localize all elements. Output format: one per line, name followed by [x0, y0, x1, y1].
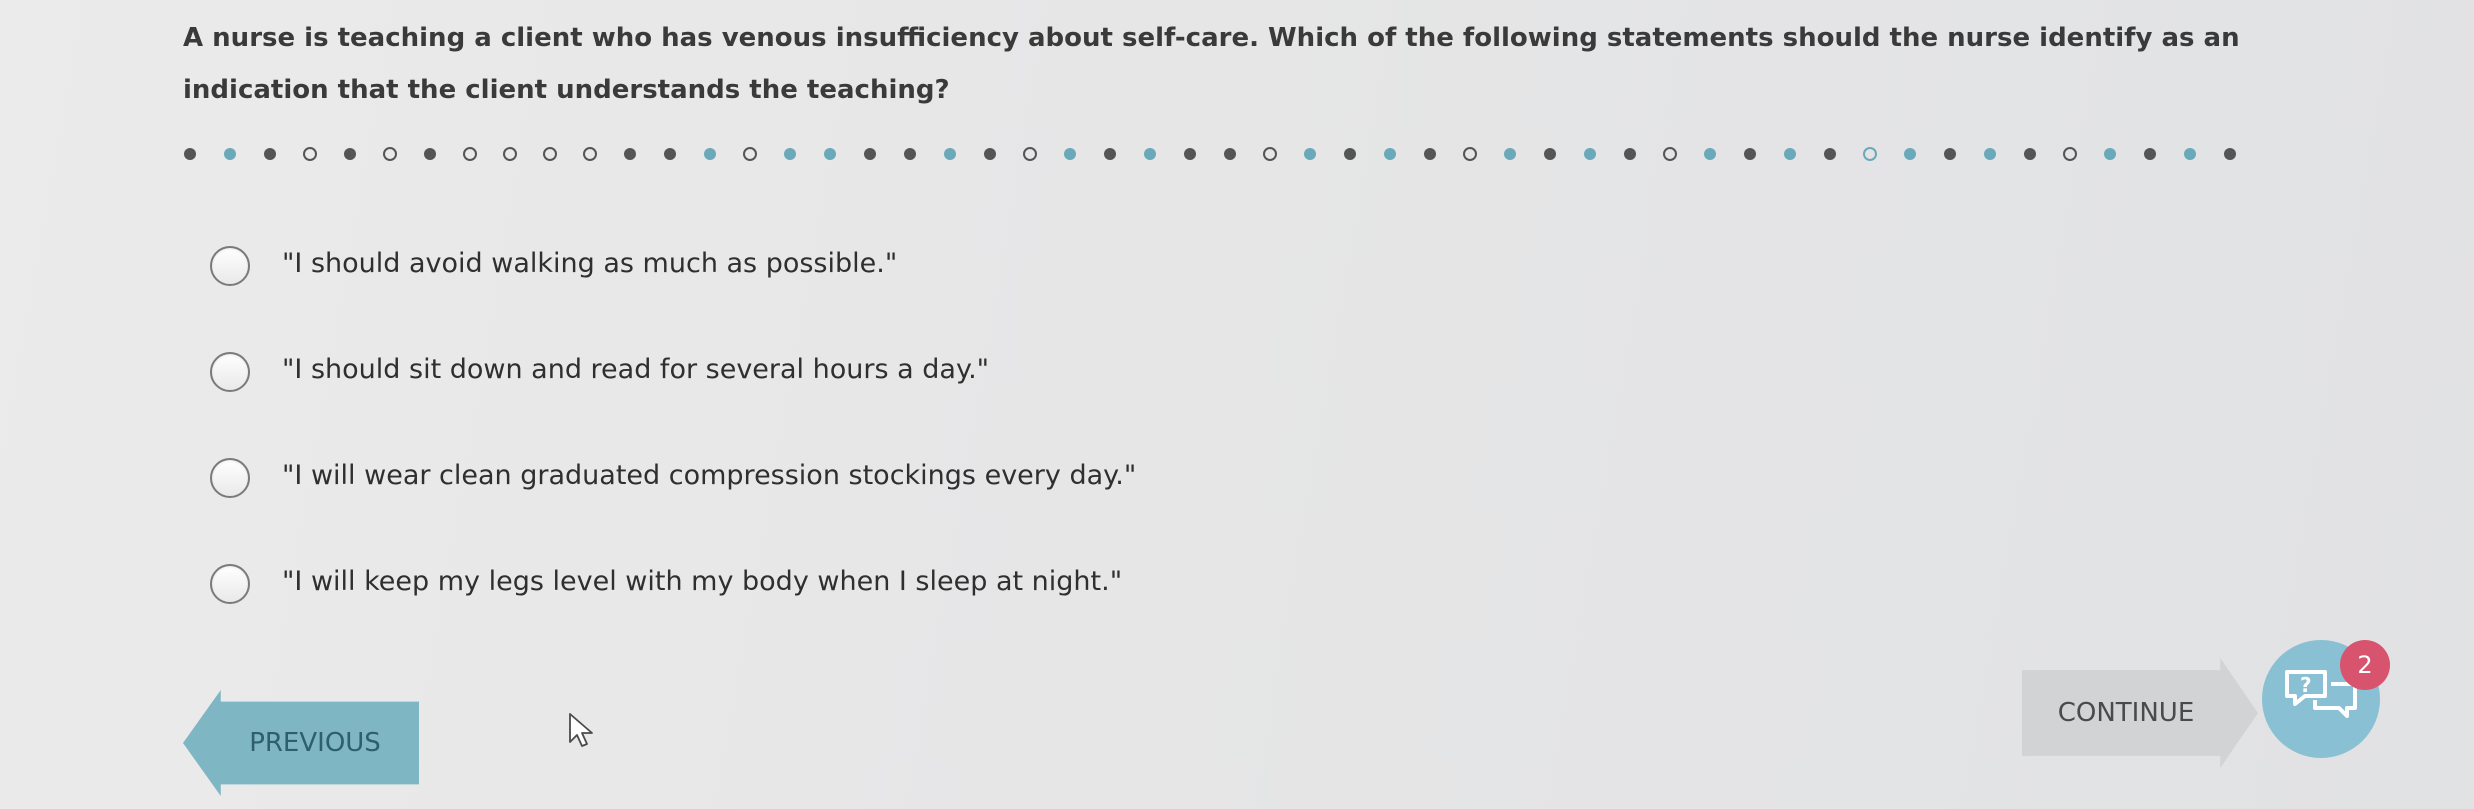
progress-step [1863, 147, 1877, 161]
progress-step [1184, 148, 1196, 160]
progress-step [1584, 148, 1596, 160]
progress-step [864, 148, 876, 160]
progress-step [1984, 148, 1996, 160]
progress-step [2104, 148, 2116, 160]
progress-step [1304, 148, 1316, 160]
progress-step [344, 148, 356, 160]
progress-step [264, 148, 276, 160]
progress-step [1424, 148, 1436, 160]
radio-button[interactable] [210, 352, 250, 392]
progress-step [1463, 147, 1477, 161]
question-text: A nurse is teaching a client who has ven… [183, 23, 2240, 105]
answer-option-3[interactable]: "I will wear clean graduated compression… [210, 452, 1610, 498]
answer-options: "I should avoid walking as much as possi… [210, 240, 1610, 664]
progress-step [784, 148, 796, 160]
progress-step [303, 147, 317, 161]
progress-step [1544, 148, 1556, 160]
progress-step [463, 147, 477, 161]
progress-step [1023, 147, 1037, 161]
progress-step [984, 148, 996, 160]
progress-step [383, 147, 397, 161]
progress-step [543, 147, 557, 161]
radio-button[interactable] [210, 458, 250, 498]
progress-step [944, 148, 956, 160]
answer-option-label: "I should avoid walking as much as possi… [282, 248, 898, 279]
radio-button[interactable] [210, 564, 250, 604]
svg-text:?: ? [2300, 673, 2312, 697]
progress-step [1263, 147, 1277, 161]
progress-step [904, 148, 916, 160]
progress-step [1663, 147, 1677, 161]
progress-step [743, 147, 757, 161]
answer-option-label: "I will wear clean graduated compression… [282, 460, 1137, 491]
progress-step [1384, 148, 1396, 160]
progress-step [2224, 148, 2236, 160]
progress-step [184, 148, 196, 160]
notification-badge: 2 [2340, 640, 2390, 690]
progress-step [704, 148, 716, 160]
continue-button[interactable]: CONTINUE [2022, 658, 2258, 768]
progress-step [2144, 148, 2156, 160]
progress-step [1944, 148, 1956, 160]
progress-step [224, 148, 236, 160]
mouse-cursor-icon [569, 713, 593, 747]
answer-option-label: "I will keep my legs level with my body … [282, 566, 1123, 597]
progress-step [1104, 148, 1116, 160]
progress-step [1824, 148, 1836, 160]
progress-step [1144, 148, 1156, 160]
progress-step [1704, 148, 1716, 160]
progress-step [1504, 148, 1516, 160]
previous-button[interactable]: PREVIOUS [183, 690, 419, 796]
progress-step [1064, 148, 1076, 160]
answer-option-1[interactable]: "I should avoid walking as much as possi… [210, 240, 1610, 286]
progress-step [2024, 148, 2036, 160]
progress-step [824, 148, 836, 160]
answer-option-2[interactable]: "I should sit down and read for several … [210, 346, 1610, 392]
progress-step [1904, 148, 1916, 160]
answer-option-label: "I should sit down and read for several … [282, 354, 990, 385]
progress-dots [184, 140, 2236, 168]
progress-step [624, 148, 636, 160]
progress-step [2063, 147, 2077, 161]
progress-step [583, 147, 597, 161]
radio-button[interactable] [210, 246, 250, 286]
answer-option-4[interactable]: "I will keep my legs level with my body … [210, 558, 1610, 604]
progress-step [1224, 148, 1236, 160]
progress-step [1344, 148, 1356, 160]
progress-step [1784, 148, 1796, 160]
progress-step [664, 148, 676, 160]
progress-step [1624, 148, 1636, 160]
progress-step [424, 148, 436, 160]
progress-step [2184, 148, 2196, 160]
progress-step [503, 147, 517, 161]
progress-step [1744, 148, 1756, 160]
